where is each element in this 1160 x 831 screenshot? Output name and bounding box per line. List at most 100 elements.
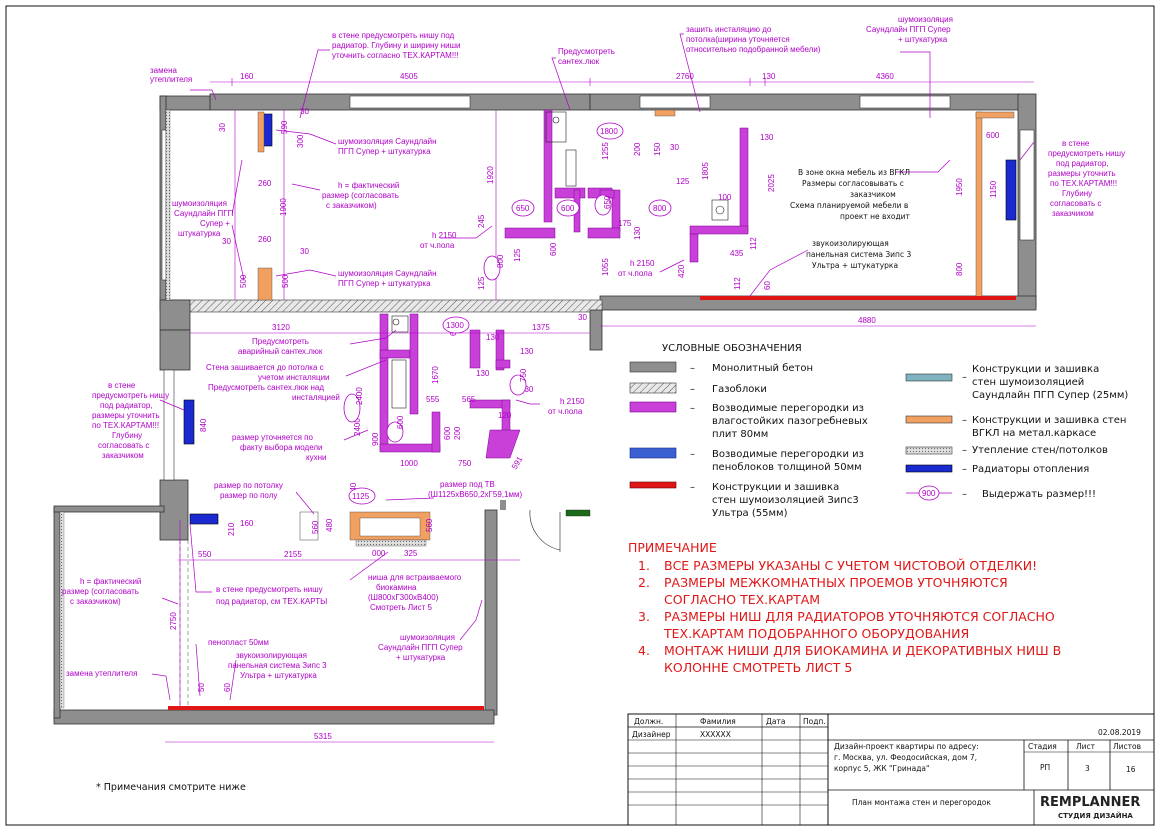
dim-30-f: 30 (222, 237, 231, 246)
dim-142: 420 (677, 264, 686, 278)
dim-top-0: 160 (240, 72, 254, 81)
note-emergency-hatch: Предусмотреть аварийный сантех.люк (238, 337, 323, 356)
legend-dash-4: – (690, 482, 695, 493)
legend-dash-1: – (690, 384, 695, 395)
dim-300-a: 300 (296, 134, 305, 148)
note-replace-insulation-bottom: замена утеплителя (66, 669, 137, 678)
dim-000: 000 (372, 549, 386, 558)
keep-800-b: 800 (496, 254, 505, 268)
legend-swatch-radiator (905, 464, 953, 473)
note-h2150-c: h 2150 от ч.пола (548, 397, 585, 416)
tb-header-date: Дата (766, 717, 785, 726)
dim-60: 60 (763, 281, 772, 290)
dim-200-b: 200 (453, 426, 462, 440)
dim-210: 210 (227, 522, 236, 536)
tb-sheets: 16 (1126, 765, 1136, 774)
dim-325: 325 (404, 549, 418, 558)
keep-1800: 1800 (600, 127, 618, 136)
dim-175: 175 (618, 219, 632, 228)
tb-designer-role: Дизайнер (632, 730, 671, 739)
note-biofire: ниша для встраиваемого биокамина (Ш800хГ30… (368, 573, 462, 612)
legend-dash-2: – (690, 403, 695, 414)
legend-swatch-insulation (905, 446, 953, 455)
dim-600-c: 600 (443, 426, 452, 440)
dim-1375: 1375 (532, 323, 550, 332)
note-sewer: Предусмотреть сантех.люк (558, 47, 615, 66)
note-h2150-a: h 2150 от ч.пола (420, 231, 457, 250)
note-tv-niche: размер под ТВ (Ш1125хВ650,2хГ59,1мм) (428, 480, 522, 499)
dim-900: 900 (371, 432, 380, 446)
dim-590-a: 590 (280, 120, 289, 134)
dim-130-a: 130 (760, 133, 774, 142)
dim-2155: 2155 (284, 550, 302, 559)
dim-840: 840 (199, 418, 208, 432)
dim-50: 50 (197, 683, 206, 692)
legend-item-6: Конструкции и зашивка стен ВГКЛ на метал.… (972, 415, 1126, 439)
note-niche-right: в стене предусмотреть нишу под радиатор, ра… (1048, 139, 1125, 218)
dim-591: 591 (510, 454, 525, 471)
dim-550: 550 (198, 550, 212, 559)
tb-header-sign: Подп. (803, 717, 826, 726)
dim-30-e: 30 (670, 143, 679, 152)
dim-1255: 1255 (601, 142, 610, 160)
legend-item-0: Монолитный бетон (712, 363, 813, 374)
legend-item-8: Радиаторы отопления (972, 464, 1089, 475)
note-niche-radiator-bottom: в стене предусмотреть нишу под радиатор, … (216, 585, 327, 606)
dim-30-d: 30 (578, 313, 587, 322)
dim-1950: 1950 (955, 178, 964, 196)
legend-dash-3: – (690, 449, 695, 460)
dim-260-b: 260 (258, 235, 272, 244)
legend-keep-symbol: 900 (922, 489, 936, 498)
dim-435: 435 (730, 249, 744, 258)
note-h2150-b: h 2150 от ч.пола (618, 259, 655, 278)
zips-wall-top (700, 296, 1016, 300)
keep-650-b: 650 (603, 195, 612, 209)
zips-wall-bottom (168, 706, 484, 710)
note-replace-insulation-top: замена утеплителя (150, 66, 192, 84)
legend-swatch-gas (629, 382, 677, 394)
remark-1: ВСЕ РАЗМЕРЫ УКАЗАНЫ С УЧЕТОМ ЧИСТОВОЙ ОТ… (664, 558, 1037, 573)
dim-150-a: 150 (653, 142, 662, 156)
note-soundproof-top-right: шумоизоляция Саундлайн ПГП Супер + штукату… (866, 15, 953, 44)
radiator-bottom (189, 513, 219, 525)
legend-dash-6: – (962, 415, 967, 426)
tb-header-name: Фамилия (700, 717, 736, 726)
legend-dash-9: – (962, 489, 967, 500)
tb-stage-label: Стадия (1028, 742, 1057, 751)
note-soundproof-mid1: шумоизоляция Саундлайн ПГП Супер + штукат… (338, 137, 437, 156)
dim-125-b: 125 (477, 276, 486, 290)
dim-3120: 3120 (272, 323, 290, 332)
keep-650: 650 (516, 204, 530, 213)
dim-245: 245 (477, 214, 486, 228)
dim-100-a: 100 (718, 193, 732, 202)
remark-1-num: 1. (638, 558, 650, 573)
keep-600-a: 600 (561, 204, 575, 213)
legend-dash-5: – (962, 372, 967, 383)
tb-sheets-label: Листов (1113, 742, 1141, 751)
note-window-zone: В зоне окна мебель из ВГКЛ Размеры соглас… (790, 168, 911, 221)
tb-sheet: 3 (1085, 764, 1090, 773)
legend-item-5: Конструкции и зашивка стен шумоизоляцией С… (972, 364, 1128, 401)
dim-1900: 1900 (279, 198, 288, 216)
remark-3: РАЗМЕРЫ НИШ ДЛЯ РАДИАТОРОВ УТОЧНЯЮТСЯ СО… (663, 609, 1055, 641)
legend-item-1: Газоблоки (712, 384, 767, 395)
dim-top-3: 130 (762, 72, 776, 81)
tb-header-role: Должн. (634, 717, 663, 726)
dim-2750: 2750 (169, 612, 178, 630)
tb-logo-main: REMPLANNER (1040, 795, 1140, 810)
dim-112-b: 112 (733, 277, 742, 290)
note-niche-left: в стене предусмотреть нишу под радиатор, ра… (92, 381, 169, 460)
dim-top-4: 4360 (876, 72, 894, 81)
legend-item-7: Утепление стен/потолков (972, 445, 1108, 456)
legend-dash-0: – (690, 363, 695, 374)
dim-1670: 1670 (431, 366, 440, 384)
dim-130-d: 130 (520, 347, 534, 356)
dim-60-b: 60 (223, 683, 232, 692)
legend-item-3: Возводимые перегородки из пеноблоков толщ… (712, 449, 864, 473)
dim-1000: 1000 (400, 459, 418, 468)
legend-title: УСЛОВНЫЕ ОБОЗНАЧЕНИЯ (662, 343, 802, 354)
remarks-title: ПРИМЕЧАНИЕ (628, 540, 717, 555)
dim-800: 800 (955, 262, 964, 276)
dim-5315: 5315 (314, 732, 332, 741)
dim-125: 125 (513, 248, 522, 262)
